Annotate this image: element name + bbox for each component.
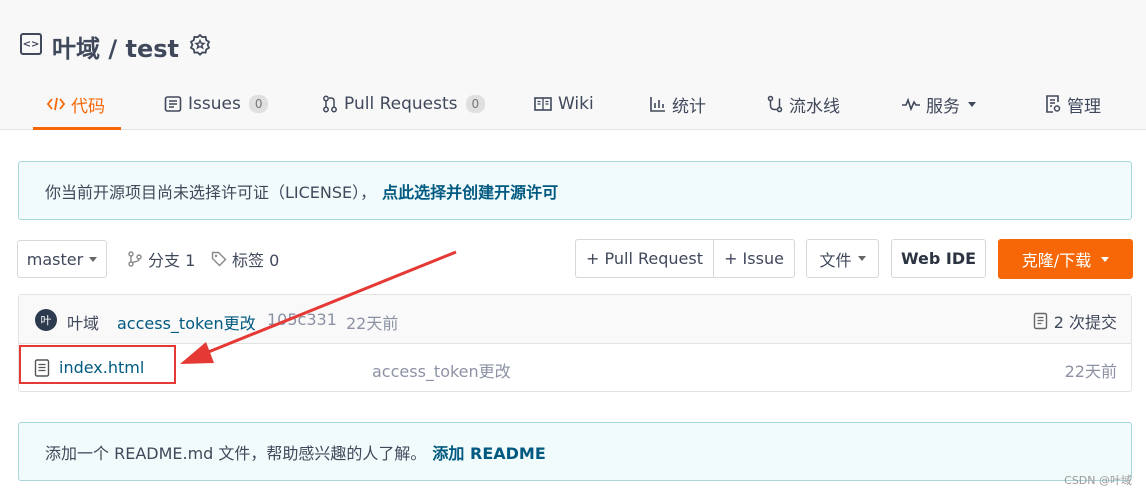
branch-name: master — [26, 249, 84, 269]
tab-code[interactable]: 代码 — [33, 78, 121, 130]
repo-header: <> 叶域 / test 代码 Issues 0 Pull Requests 0 — [0, 0, 1146, 130]
tab-label: 代码 — [71, 96, 105, 117]
readme-alert: 添加一个 README.md 文件，帮助感兴趣的人了解。 添加 README — [18, 422, 1132, 481]
branch-icon — [128, 251, 142, 267]
settings-doc-icon — [1045, 95, 1061, 113]
file-commit-message[interactable]: access_token更改 — [372, 358, 511, 382]
repo-title[interactable]: 叶域 / test — [52, 29, 179, 64]
pull-requests-count-badge: 0 — [465, 95, 486, 113]
commit-count: 2 次提交 — [1053, 313, 1117, 332]
code-icon — [47, 96, 65, 112]
chevron-down-icon — [968, 101, 976, 107]
file-menu-button[interactable]: 文件 — [806, 239, 879, 278]
tab-label: 统计 — [672, 96, 706, 117]
branch-select[interactable]: master — [17, 240, 107, 278]
repo-tabs: 代码 Issues 0 Pull Requests 0 Wiki 统计 流水线 … — [0, 78, 1146, 130]
add-readme-link[interactable]: 添加 README — [432, 440, 545, 464]
branches-count: 分支 1 — [148, 251, 196, 270]
code-repo-icon: <> — [20, 33, 42, 55]
tab-label: Wiki — [558, 94, 594, 114]
commit-count-link[interactable]: 2 次提交 — [1033, 309, 1117, 333]
tab-wiki[interactable]: Wiki — [534, 78, 594, 130]
file-table: 叶 叶域 access_token更改 105c331 22天前 2 次提交 i… — [18, 294, 1132, 392]
tags-count: 标签 0 — [232, 251, 280, 270]
latest-commit-row: 叶 叶域 access_token更改 105c331 22天前 2 次提交 — [19, 295, 1131, 344]
file-menu-label: 文件 — [819, 250, 852, 270]
annotation-highlight-box — [19, 345, 176, 384]
book-icon — [534, 96, 552, 112]
tab-services[interactable]: 服务 — [902, 78, 976, 130]
issues-icon — [164, 95, 182, 113]
avatar[interactable]: 叶 — [35, 309, 57, 331]
tags-link[interactable]: 标签 0 — [211, 246, 279, 272]
clone-download-button[interactable]: 克隆/下载 — [998, 239, 1133, 279]
readme-alert-text: 添加一个 README.md 文件，帮助感兴趣的人了解。 — [45, 443, 427, 463]
tab-label: 服务 — [926, 96, 960, 117]
tab-label: 管理 — [1067, 96, 1101, 117]
branches-link[interactable]: 分支 1 — [127, 246, 195, 272]
license-alert-text: 你当前开源项目尚未选择许可证（LICENSE）， — [45, 182, 377, 202]
tab-label: 流水线 — [789, 96, 840, 117]
commit-author[interactable]: 叶域 — [67, 310, 99, 334]
tag-icon — [211, 251, 227, 267]
issues-count-badge: 0 — [248, 95, 269, 113]
commits-icon — [1033, 312, 1047, 330]
file-row[interactable]: index.html access_token更改 22天前 — [19, 344, 1131, 392]
pipeline-icon — [767, 95, 783, 113]
new-pull-request-button[interactable]: + Pull Request — [575, 239, 714, 278]
commit-time: 22天前 — [346, 314, 399, 333]
tab-pipeline[interactable]: 流水线 — [767, 78, 840, 130]
commit-message-link[interactable]: access_token更改 — [117, 310, 256, 334]
pulse-icon — [902, 97, 920, 111]
commit-hash[interactable]: 105c331 — [267, 310, 337, 329]
award-badge-icon[interactable] — [188, 33, 212, 57]
tab-pull-requests[interactable]: Pull Requests 0 — [322, 78, 486, 130]
chevron-down-icon — [89, 256, 98, 262]
chevron-down-icon — [857, 256, 866, 261]
stats-icon — [650, 96, 666, 112]
tab-issues[interactable]: Issues 0 — [164, 78, 269, 130]
tab-label: Issues — [188, 94, 241, 114]
license-alert: 你当前开源项目尚未选择许可证（LICENSE）， 点此选择并创建开源许可 — [18, 161, 1132, 220]
clone-download-label: 克隆/下载 — [1021, 251, 1092, 270]
pull-request-icon — [322, 95, 338, 113]
create-license-link[interactable]: 点此选择并创建开源许可 — [382, 179, 558, 203]
file-commit-time: 22天前 — [1064, 362, 1117, 381]
web-ide-button[interactable]: Web IDE — [891, 239, 986, 278]
chevron-down-icon — [1101, 256, 1110, 262]
tab-manage[interactable]: 管理 — [1045, 78, 1101, 130]
new-issue-button[interactable]: + Issue — [713, 239, 795, 278]
tab-label: Pull Requests — [344, 94, 458, 114]
tab-stats[interactable]: 统计 — [650, 78, 706, 130]
watermark: CSDN @叶域 — [1064, 474, 1132, 487]
